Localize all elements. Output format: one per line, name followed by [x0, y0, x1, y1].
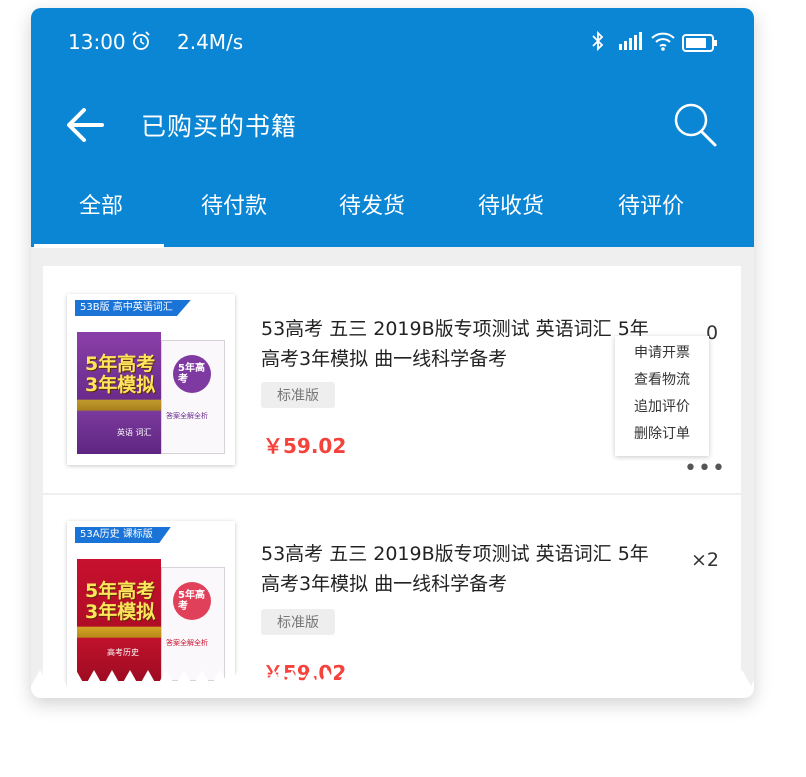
- product-title[interactable]: 53高考 五三 2019B版专项测试 英语词汇 5年高考3年模拟 曲一线科学备考: [261, 539, 653, 599]
- price: ￥59.02: [263, 434, 347, 458]
- menu-apply-invoice[interactable]: 申请开票: [615, 342, 709, 362]
- menu-delete-order[interactable]: 删除订单: [615, 423, 709, 443]
- booklet-badge: 5年高考: [173, 355, 211, 393]
- book-cover-title: 5年高考 3年模拟: [85, 353, 156, 396]
- book-front-cover: 5年高考 3年模拟 英语 词汇: [77, 332, 161, 454]
- status-bar: 13:00 2.4M/s: [31, 8, 754, 68]
- book-answer-booklet: 5年高考 答案全解全析: [161, 340, 225, 454]
- booklet-badge: 5年高考: [173, 582, 211, 620]
- search-icon[interactable]: [672, 101, 718, 153]
- back-arrow-icon[interactable]: [65, 106, 105, 148]
- tab-pending-payment[interactable]: 待付款: [164, 188, 304, 220]
- spec-badge: 标准版: [261, 609, 335, 635]
- alarm-icon: [130, 30, 152, 56]
- network-speed: 2.4M/s: [177, 30, 244, 54]
- app-header: 13:00 2.4M/s 已购买的书籍 全部 待付款 待发货 待收货 待评价: [31, 8, 754, 248]
- menu-view-logistics[interactable]: 查看物流: [615, 369, 709, 389]
- product-title[interactable]: 53高考 五三 2019B版专项测试 英语词汇 5年高考3年模拟 曲一线科学备考: [261, 314, 653, 374]
- book-cover-title: 5年高考 3年模拟: [85, 580, 156, 623]
- wifi-icon: [650, 30, 676, 56]
- book-cover-subject: 高考历史: [107, 648, 139, 657]
- signal-icon: [619, 32, 643, 54]
- more-dots-icon[interactable]: •••: [684, 456, 726, 481]
- bluetooth-icon: [591, 30, 605, 56]
- tab-all[interactable]: 全部: [31, 188, 171, 248]
- tab-pending-receipt[interactable]: 待收货: [441, 188, 581, 220]
- quantity: ×2: [691, 549, 720, 571]
- order-context-menu: 申请开票 查看物流 追加评价 删除订单: [615, 336, 709, 456]
- booklet-title: 答案全解全析: [166, 639, 208, 647]
- status-time: 13:00: [68, 30, 126, 54]
- booklet-title: 答案全解全析: [166, 412, 208, 420]
- torn-edge-decoration: [31, 670, 754, 698]
- order-tabs: 全部 待付款 待发货 待收货 待评价: [31, 178, 754, 248]
- battery-icon: [682, 34, 718, 56]
- page-title: 已购买的书籍: [141, 112, 298, 141]
- tab-pending-shipment[interactable]: 待发货: [302, 188, 442, 220]
- book-front-cover: 5年高考 3年模拟 高考历史: [77, 559, 161, 681]
- book-cover-subject: 英语 词汇: [117, 428, 152, 437]
- book-cover-image: 53B版 高中英语词汇 5年高考 3年模拟 英语 词汇 5年高考 答案全解全析: [67, 294, 235, 465]
- menu-add-review[interactable]: 追加评价: [615, 396, 709, 416]
- spec-badge: 标准版: [261, 382, 335, 408]
- cover-tag: 53B版 高中英语词汇: [75, 300, 191, 316]
- phone-screen: 13:00 2.4M/s 已购买的书籍 全部 待付款 待发货 待收货 待评价 5…: [31, 8, 754, 698]
- tab-pending-review[interactable]: 待评价: [581, 188, 721, 220]
- cover-tag: 53A历史 课标版: [75, 527, 171, 543]
